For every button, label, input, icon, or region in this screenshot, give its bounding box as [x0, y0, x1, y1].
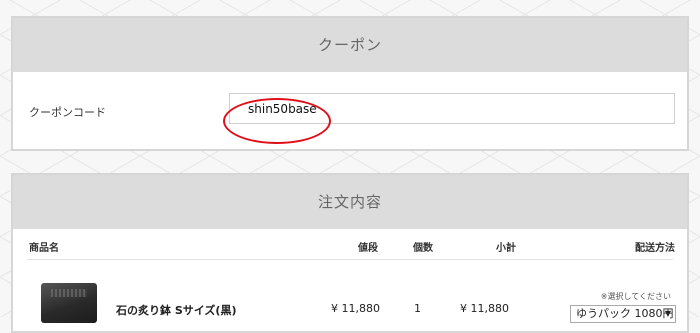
order-panel-title: 注文内容 [13, 175, 687, 229]
shipping-note: ※選択してください [600, 292, 671, 301]
product-subtotal: ¥ 11,880 [460, 302, 509, 315]
coupon-code-label: クーポンコード [29, 106, 106, 119]
product-name[interactable]: 石の炙り鉢 Sサイズ(黒) [116, 302, 236, 318]
header-divider [27, 259, 673, 260]
column-header-subtotal: 小計 [496, 243, 516, 254]
coupon-panel: クーポン クーポンコード [11, 16, 689, 151]
column-header-quantity: 個数 [413, 243, 433, 254]
caret-down-icon: ▼ [664, 309, 671, 318]
product-image[interactable] [41, 283, 97, 323]
shipping-method-value: ゆうパック 1080円 [576, 307, 674, 320]
coupon-code-input[interactable] [229, 93, 675, 124]
product-price: ¥ 11,880 [331, 302, 380, 315]
shipping-method-select[interactable]: ゆうパック 1080円 ▼ [570, 305, 676, 323]
coupon-panel-title: クーポン [13, 18, 687, 72]
product-quantity: 1 [414, 302, 421, 315]
column-header-shipping: 配送方法 [635, 243, 675, 254]
column-header-product: 商品名 [29, 243, 59, 254]
column-header-price: 値段 [358, 243, 378, 254]
order-panel: 注文内容 商品名 値段 個数 小計 配送方法 石の炙り鉢 Sサイズ(黒) ¥ 1… [11, 173, 689, 333]
